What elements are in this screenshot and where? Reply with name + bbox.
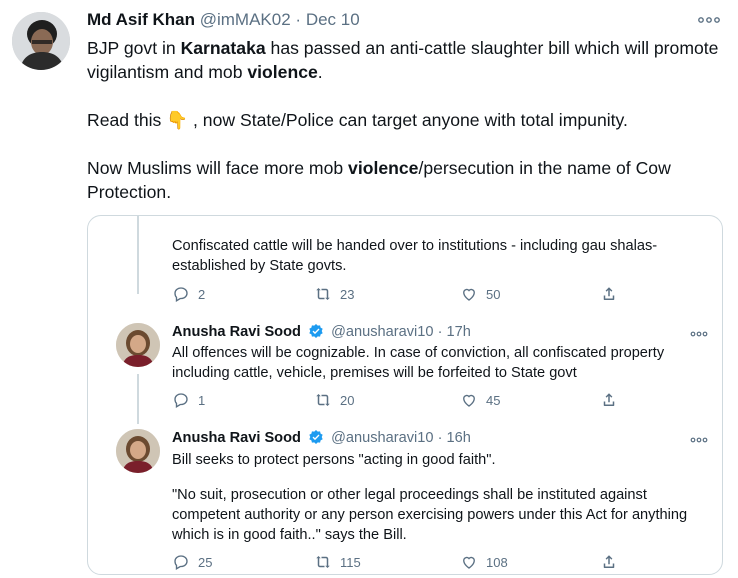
share-button[interactable]: [600, 391, 618, 409]
reply-icon: [174, 393, 188, 408]
retweet-icon: [316, 288, 330, 300]
share-icon: [603, 287, 615, 300]
separator-dot: ·: [437, 324, 443, 340]
thread-line: [137, 374, 139, 424]
hashtag-violence[interactable]: violence: [247, 62, 317, 82]
tweet-paragraph-1: BJP govt in Karnataka has passed an anti…: [87, 38, 719, 82]
separator-dot: ·: [295, 10, 302, 29]
author-handle[interactable]: @imMAK02: [200, 10, 291, 29]
retweet-button[interactable]: 23: [314, 285, 354, 303]
quote-2-avatar[interactable]: [116, 323, 160, 367]
author-name[interactable]: Md Asif Khan: [87, 10, 195, 29]
retweet-icon: [316, 394, 330, 406]
quote-2-time[interactable]: 17h: [447, 324, 471, 340]
hashtag-violence-2[interactable]: violence: [348, 158, 418, 178]
tweet-paragraph-3: Now Muslims will face more mob violence/…: [87, 158, 671, 202]
more-icon[interactable]: [690, 432, 708, 446]
retweet-count: 23: [340, 286, 355, 302]
quote-1-text: Confiscated cattle will be handed over t…: [172, 238, 658, 274]
more-icon[interactable]: [698, 10, 720, 28]
quote-3-header: Anusha Ravi Sood @anusharavi10 · 16h: [172, 428, 471, 448]
retweet-icon: [316, 556, 330, 568]
like-icon: [463, 288, 475, 301]
tweet-date[interactable]: Dec 10: [306, 10, 360, 29]
retweet-button[interactable]: 20: [314, 391, 354, 409]
quote-3-text-1: Bill seeks to protect persons "acting in…: [172, 452, 496, 468]
like-icon: [463, 556, 475, 569]
verified-badge-icon: [309, 324, 323, 338]
like-button[interactable]: 50: [460, 285, 500, 303]
quote-3-text-2: "No suit, prosecution or other legal pro…: [172, 487, 688, 543]
quote-2-actions: 1 20 45: [172, 391, 632, 411]
verified-badge-icon: [309, 430, 323, 444]
share-button[interactable]: [600, 285, 618, 303]
quote-3-time[interactable]: 16h: [447, 430, 471, 446]
reply-count: 2: [198, 286, 206, 302]
like-count: 50: [486, 286, 501, 302]
like-count: 108: [486, 554, 508, 570]
quote-3-handle[interactable]: @anusharavi10: [331, 430, 433, 446]
reply-icon: [174, 287, 188, 302]
reply-button[interactable]: 25: [172, 553, 212, 571]
quote-3-actions: 25 115 108: [172, 553, 632, 573]
quote-2-text: All offences will be cognizable. In case…: [172, 345, 665, 381]
quote-3-author-name[interactable]: Anusha Ravi Sood: [172, 430, 301, 446]
share-button[interactable]: [600, 553, 618, 571]
retweet-count: 20: [340, 392, 355, 408]
reply-icon: [174, 555, 188, 570]
quote-2-author-name[interactable]: Anusha Ravi Sood: [172, 324, 301, 340]
reply-count: 1: [198, 392, 206, 408]
reply-button[interactable]: 2: [172, 285, 205, 303]
reply-button[interactable]: 1: [172, 391, 205, 409]
pointing-down-emoji: 👇: [166, 110, 189, 130]
more-icon[interactable]: [690, 326, 708, 340]
quote-2-header: Anusha Ravi Sood @anusharavi10 · 17h: [172, 322, 471, 342]
like-count: 45: [486, 392, 501, 408]
like-button[interactable]: 108: [460, 553, 508, 571]
quote-3-avatar[interactable]: [116, 429, 160, 473]
share-icon: [603, 555, 615, 568]
quote-1-actions: 2 23 50: [172, 285, 632, 305]
quoted-thread-card[interactable]: Confiscated cattle will be handed over t…: [87, 215, 723, 575]
like-button[interactable]: 45: [460, 391, 500, 409]
like-icon: [463, 394, 475, 407]
quote-2-handle[interactable]: @anusharavi10: [331, 324, 433, 340]
reply-count: 25: [198, 554, 213, 570]
thread-line: [137, 216, 139, 294]
hashtag-karnataka[interactable]: Karnataka: [181, 38, 266, 58]
tweet-header: Md Asif Khan @imMAK02 · Dec 10: [87, 10, 360, 30]
share-icon: [603, 393, 615, 406]
author-avatar[interactable]: [12, 12, 70, 70]
separator-dot: ·: [437, 430, 443, 446]
retweet-count: 115: [340, 554, 361, 570]
retweet-button[interactable]: 115: [314, 553, 361, 571]
tweet-body: BJP govt in Karnataka has passed an anti…: [87, 36, 722, 204]
tweet-paragraph-2: Read this 👇 , now State/Police can targe…: [87, 110, 628, 130]
